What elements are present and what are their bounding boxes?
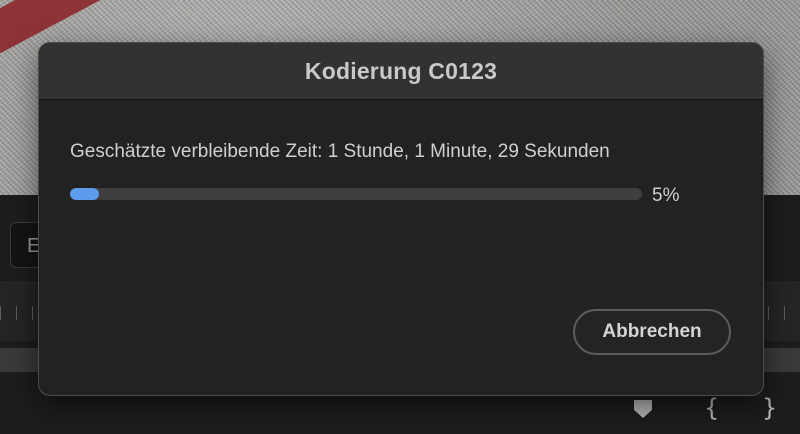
time-remaining-text: Geschätzte verbleibende Zeit: 1 Stunde, … (70, 141, 610, 162)
cancel-button[interactable]: Abbrechen (573, 309, 731, 355)
encoding-dialog: Kodierung C0123 Geschätzte verbleibende … (38, 42, 764, 396)
in-point-brace-icon[interactable]: { (704, 394, 719, 422)
out-point-brace-icon[interactable]: } (762, 394, 777, 422)
progress-percent-label: 5% (652, 185, 680, 206)
dialog-title: Kodierung C0123 (304, 57, 498, 84)
progress-bar (70, 188, 642, 200)
dialog-header: Kodierung C0123 (39, 43, 763, 100)
progress-bar-fill (70, 188, 99, 200)
